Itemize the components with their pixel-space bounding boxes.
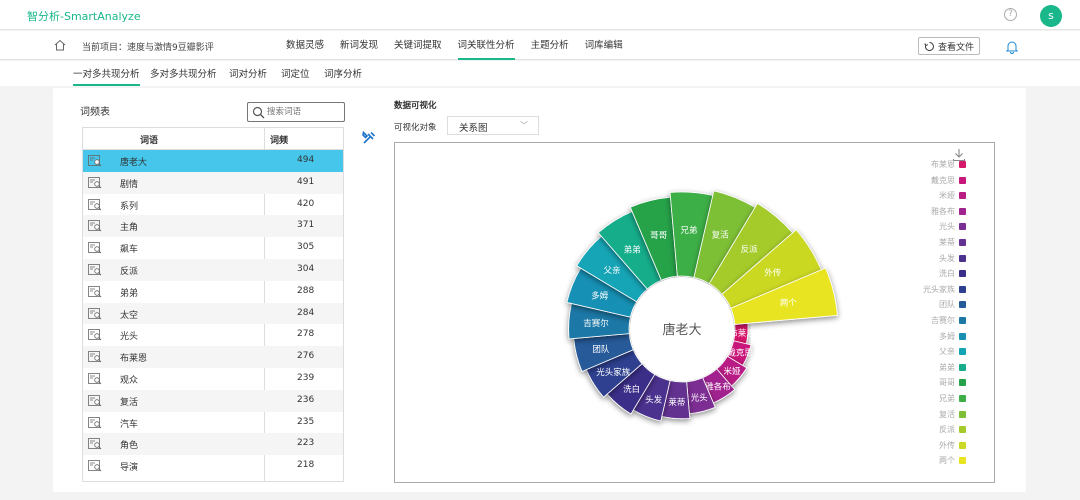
rose-segment-label: 雅各布: [705, 382, 731, 393]
legend-label: 父亲: [939, 347, 955, 357]
center-label: 唐老大: [662, 322, 701, 338]
rose-segment-label: 头发: [645, 394, 663, 405]
rose-segment-label: 莱蒂: [668, 397, 686, 408]
legend-item[interactable]: 雅各布: [906, 206, 968, 218]
legend-color: [959, 223, 966, 231]
legend-label: 光头家族: [923, 284, 955, 294]
rose-segment-label: 多姆: [591, 291, 609, 302]
legend-label: 米娅: [939, 191, 955, 201]
legend-color: [959, 285, 966, 293]
rose-segment-label: 反派: [741, 244, 759, 255]
legend-color: [959, 254, 966, 262]
legend-label: 反派: [939, 425, 955, 435]
rose-segment-label: 两个: [780, 298, 798, 308]
legend-item[interactable]: 团队: [906, 299, 968, 311]
rose-segment-label: 洗白: [623, 384, 640, 395]
rose-segment-label: 哥哥: [650, 231, 668, 241]
legend-color: [959, 317, 966, 324]
legend-label: 兄弟: [939, 394, 955, 403]
legend-item[interactable]: 布莱恩: [906, 159, 968, 171]
legend-color: [959, 363, 966, 371]
rose-segment-label: 复活: [712, 230, 730, 241]
legend-color: [959, 161, 966, 168]
rose-segment-label: 米娅: [724, 366, 742, 377]
rose-segment-label: 团队: [592, 344, 610, 355]
rose-segment-label: 戴克思: [727, 348, 753, 359]
legend-color: [959, 426, 966, 434]
legend-color: [959, 301, 966, 309]
legend-color: [959, 410, 966, 418]
legend-item[interactable]: 米娅: [906, 190, 968, 202]
legend-color: [959, 348, 966, 356]
legend-color: [959, 176, 966, 184]
rose-segment-label: 弟弟: [624, 244, 641, 255]
rose-segment-label: 父亲: [603, 265, 620, 276]
rose-segment-label: 外传: [764, 267, 782, 278]
legend-label: 复活: [939, 409, 955, 419]
legend-item[interactable]: 复活: [906, 409, 968, 421]
legend-color: [959, 207, 966, 215]
legend-item[interactable]: 兄弟: [906, 393, 968, 405]
legend-color: [959, 332, 966, 340]
legend-label: 团队: [939, 300, 955, 310]
legend-item[interactable]: 头发: [906, 253, 968, 265]
legend-item[interactable]: 光头: [906, 221, 968, 233]
legend-color: [959, 192, 966, 200]
legend-item[interactable]: 外传: [906, 440, 968, 452]
legend-item[interactable]: 戴克思: [906, 175, 968, 187]
legend-label: 弟弟: [939, 362, 955, 372]
legend-item[interactable]: 哥哥: [906, 377, 968, 389]
legend-label: 洗白: [939, 269, 955, 279]
legend-color: [959, 270, 966, 278]
legend-label: 吉赛尔: [931, 316, 955, 325]
legend-item[interactable]: 两个: [906, 455, 968, 467]
legend-color: [959, 379, 966, 387]
legend-label: 外传: [939, 440, 955, 450]
legend-label: 戴克思: [931, 175, 955, 185]
legend-item[interactable]: 洗白: [906, 268, 968, 280]
legend-item[interactable]: 多姆: [906, 331, 968, 343]
legend-label: 光头: [939, 222, 955, 232]
legend-label: 两个: [939, 456, 955, 466]
legend-item[interactable]: 吉赛尔: [906, 315, 968, 327]
legend-color: [959, 457, 966, 465]
legend-item[interactable]: 弟弟: [906, 362, 968, 374]
legend-label: 雅各布: [931, 206, 955, 216]
legend-color: [959, 239, 966, 246]
legend-label: 莱蒂: [939, 238, 955, 247]
legend-label: 哥哥: [939, 378, 955, 388]
legend-color: [959, 441, 966, 449]
legend-label: 布莱恩: [931, 160, 955, 169]
legend-item[interactable]: 父亲: [906, 346, 968, 358]
legend-label: 多姆: [939, 331, 955, 341]
legend-item[interactable]: 反派: [906, 424, 968, 436]
rose-segment-label: 兄弟: [680, 225, 697, 236]
legend-color: [959, 395, 966, 402]
rose-segment-label: 光头家族: [596, 367, 631, 378]
legend-item[interactable]: 光头家族: [906, 284, 968, 296]
rose-segment-label: 光头: [691, 392, 709, 403]
legend-item[interactable]: 莱蒂: [906, 237, 968, 249]
rose-segment-label: 吉赛尔: [583, 318, 609, 329]
legend-label: 头发: [939, 253, 955, 263]
